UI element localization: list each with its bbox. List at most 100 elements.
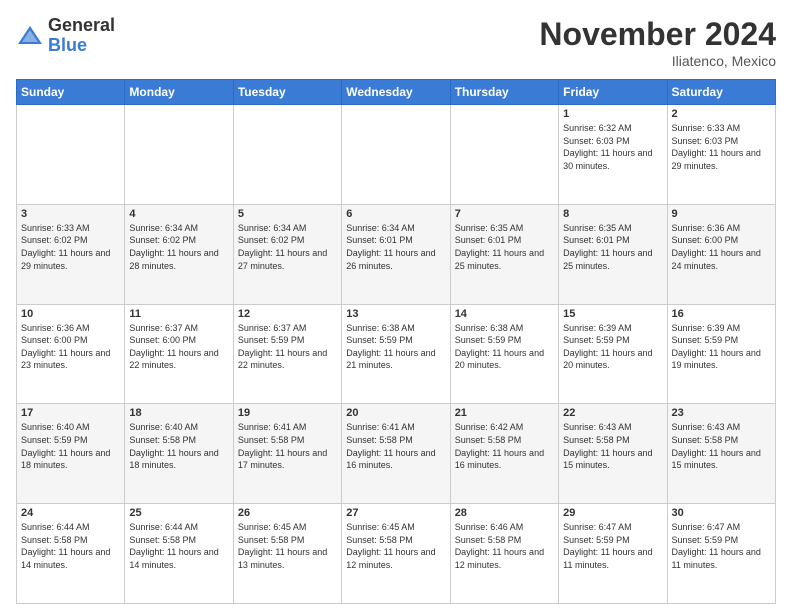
cell-3-4: 21Sunrise: 6:42 AM Sunset: 5:58 PM Dayli… (450, 404, 558, 504)
day-number: 11 (129, 308, 228, 320)
day-number: 21 (455, 407, 554, 419)
cell-2-5: 15Sunrise: 6:39 AM Sunset: 5:59 PM Dayli… (559, 304, 667, 404)
col-friday: Friday (559, 80, 667, 105)
day-info: Sunrise: 6:46 AM Sunset: 5:58 PM Dayligh… (455, 521, 554, 571)
day-info: Sunrise: 6:32 AM Sunset: 6:03 PM Dayligh… (563, 122, 662, 172)
cell-4-1: 25Sunrise: 6:44 AM Sunset: 5:58 PM Dayli… (125, 504, 233, 604)
day-info: Sunrise: 6:34 AM Sunset: 6:02 PM Dayligh… (129, 222, 228, 272)
day-info: Sunrise: 6:45 AM Sunset: 5:58 PM Dayligh… (346, 521, 445, 571)
day-info: Sunrise: 6:33 AM Sunset: 6:02 PM Dayligh… (21, 222, 120, 272)
logo-icon (16, 22, 44, 50)
day-number: 26 (238, 507, 337, 519)
cell-0-6: 2Sunrise: 6:33 AM Sunset: 6:03 PM Daylig… (667, 105, 775, 205)
calendar-table: Sunday Monday Tuesday Wednesday Thursday… (16, 79, 776, 604)
cell-4-4: 28 Sunrise: 6:46 AM Sunset: 5:58 PM Dayli… (450, 504, 558, 604)
day-info: Sunrise: 6:44 AM Sunset: 5:58 PM Dayligh… (129, 521, 228, 571)
cell-2-2: 12Sunrise: 6:37 AM Sunset: 5:59 PM Dayli… (233, 304, 341, 404)
cell-0-3 (342, 105, 450, 205)
col-wednesday: Wednesday (342, 80, 450, 105)
cell-0-4 (450, 105, 558, 205)
day-info: Sunrise: 6:36 AM Sunset: 6:00 PM Dayligh… (672, 222, 771, 272)
cell-1-2: 5 Sunrise: 6:34 AM Sunset: 6:02 PM Daylig… (233, 204, 341, 304)
day-info: Sunrise: 6:47 AM Sunset: 5:59 PM Dayligh… (563, 521, 662, 571)
day-info: Sunrise: 6:38 AM Sunset: 5:59 PM Dayligh… (455, 322, 554, 372)
cell-2-0: 10Sunrise: 6:36 AM Sunset: 6:00 PM Dayli… (17, 304, 125, 404)
col-monday: Monday (125, 80, 233, 105)
day-number: 9 (672, 208, 771, 220)
day-info: Sunrise: 6:41 AM Sunset: 5:58 PM Dayligh… (346, 421, 445, 471)
day-number: 17 (21, 407, 120, 419)
logo: General Blue (16, 16, 115, 56)
col-sunday: Sunday (17, 80, 125, 105)
month-title: November 2024 (539, 16, 776, 53)
day-info: Sunrise: 6:34 AM Sunset: 6:02 PM Dayligh… (238, 222, 337, 272)
day-number: 14 (455, 308, 554, 320)
cell-1-4: 7 Sunrise: 6:35 AM Sunset: 6:01 PM Daylig… (450, 204, 558, 304)
week-row-2: 10Sunrise: 6:36 AM Sunset: 6:00 PM Dayli… (17, 304, 776, 404)
week-row-1: 3 Sunrise: 6:33 AM Sunset: 6:02 PM Daylig… (17, 204, 776, 304)
col-tuesday: Tuesday (233, 80, 341, 105)
cell-4-2: 26 Sunrise: 6:45 AM Sunset: 5:58 PM Dayli… (233, 504, 341, 604)
day-info: Sunrise: 6:35 AM Sunset: 6:01 PM Dayligh… (563, 222, 662, 272)
day-info: Sunrise: 6:47 AM Sunset: 5:59 PM Dayligh… (672, 521, 771, 571)
day-info: Sunrise: 6:40 AM Sunset: 5:58 PM Dayligh… (129, 421, 228, 471)
cell-2-4: 14 Sunrise: 6:38 AM Sunset: 5:59 PM Dayli… (450, 304, 558, 404)
day-number: 4 (129, 208, 228, 220)
day-info: Sunrise: 6:41 AM Sunset: 5:58 PM Dayligh… (238, 421, 337, 471)
cell-1-1: 4 Sunrise: 6:34 AM Sunset: 6:02 PM Daylig… (125, 204, 233, 304)
day-number: 8 (563, 208, 662, 220)
day-number: 18 (129, 407, 228, 419)
day-info: Sunrise: 6:43 AM Sunset: 5:58 PM Dayligh… (563, 421, 662, 471)
cell-3-0: 17Sunrise: 6:40 AM Sunset: 5:59 PM Dayli… (17, 404, 125, 504)
cell-2-1: 11 Sunrise: 6:37 AM Sunset: 6:00 PM Dayli… (125, 304, 233, 404)
cell-2-6: 16 Sunrise: 6:39 AM Sunset: 5:59 PM Dayli… (667, 304, 775, 404)
day-number: 19 (238, 407, 337, 419)
day-info: Sunrise: 6:39 AM Sunset: 5:59 PM Dayligh… (563, 322, 662, 372)
cell-2-3: 13 Sunrise: 6:38 AM Sunset: 5:59 PM Dayli… (342, 304, 450, 404)
calendar-header-row: Sunday Monday Tuesday Wednesday Thursday… (17, 80, 776, 105)
day-number: 6 (346, 208, 445, 220)
day-number: 5 (238, 208, 337, 220)
cell-4-3: 27 Sunrise: 6:45 AM Sunset: 5:58 PM Dayli… (342, 504, 450, 604)
cell-3-2: 19 Sunrise: 6:41 AM Sunset: 5:58 PM Dayli… (233, 404, 341, 504)
cell-0-0 (17, 105, 125, 205)
logo-text: General Blue (48, 16, 115, 56)
location: Iliatenco, Mexico (539, 53, 776, 69)
day-number: 23 (672, 407, 771, 419)
day-info: Sunrise: 6:37 AM Sunset: 6:00 PM Dayligh… (129, 322, 228, 372)
day-number: 16 (672, 308, 771, 320)
day-number: 13 (346, 308, 445, 320)
logo-blue: Blue (48, 35, 87, 55)
cell-3-3: 20Sunrise: 6:41 AM Sunset: 5:58 PM Dayli… (342, 404, 450, 504)
day-info: Sunrise: 6:38 AM Sunset: 5:59 PM Dayligh… (346, 322, 445, 372)
day-number: 22 (563, 407, 662, 419)
day-number: 1 (563, 108, 662, 120)
cell-4-5: 29Sunrise: 6:47 AM Sunset: 5:59 PM Dayli… (559, 504, 667, 604)
cell-1-5: 8 Sunrise: 6:35 AM Sunset: 6:01 PM Daylig… (559, 204, 667, 304)
day-info: Sunrise: 6:39 AM Sunset: 5:59 PM Dayligh… (672, 322, 771, 372)
day-info: Sunrise: 6:45 AM Sunset: 5:58 PM Dayligh… (238, 521, 337, 571)
day-number: 27 (346, 507, 445, 519)
cell-1-6: 9 Sunrise: 6:36 AM Sunset: 6:00 PM Daylig… (667, 204, 775, 304)
day-number: 7 (455, 208, 554, 220)
cell-1-3: 6Sunrise: 6:34 AM Sunset: 6:01 PM Daylig… (342, 204, 450, 304)
day-info: Sunrise: 6:35 AM Sunset: 6:01 PM Dayligh… (455, 222, 554, 272)
title-block: November 2024 Iliatenco, Mexico (539, 16, 776, 69)
day-number: 12 (238, 308, 337, 320)
cell-0-5: 1 Sunrise: 6:32 AM Sunset: 6:03 PM Daylig… (559, 105, 667, 205)
day-number: 3 (21, 208, 120, 220)
col-thursday: Thursday (450, 80, 558, 105)
day-info: Sunrise: 6:36 AM Sunset: 6:00 PM Dayligh… (21, 322, 120, 372)
cell-3-6: 23 Sunrise: 6:43 AM Sunset: 5:58 PM Dayli… (667, 404, 775, 504)
week-row-3: 17Sunrise: 6:40 AM Sunset: 5:59 PM Dayli… (17, 404, 776, 504)
day-number: 28 (455, 507, 554, 519)
day-number: 30 (672, 507, 771, 519)
week-row-4: 24 Sunrise: 6:44 AM Sunset: 5:58 PM Dayli… (17, 504, 776, 604)
page: General Blue November 2024 Iliatenco, Me… (0, 0, 792, 612)
day-info: Sunrise: 6:43 AM Sunset: 5:58 PM Dayligh… (672, 421, 771, 471)
cell-4-6: 30 Sunrise: 6:47 AM Sunset: 5:59 PM Dayli… (667, 504, 775, 604)
day-number: 24 (21, 507, 120, 519)
header: General Blue November 2024 Iliatenco, Me… (16, 16, 776, 69)
logo-general: General (48, 15, 115, 35)
cell-4-0: 24Sunrise: 6:44 AM Sunset: 5:58 PM Dayli… (17, 504, 125, 604)
